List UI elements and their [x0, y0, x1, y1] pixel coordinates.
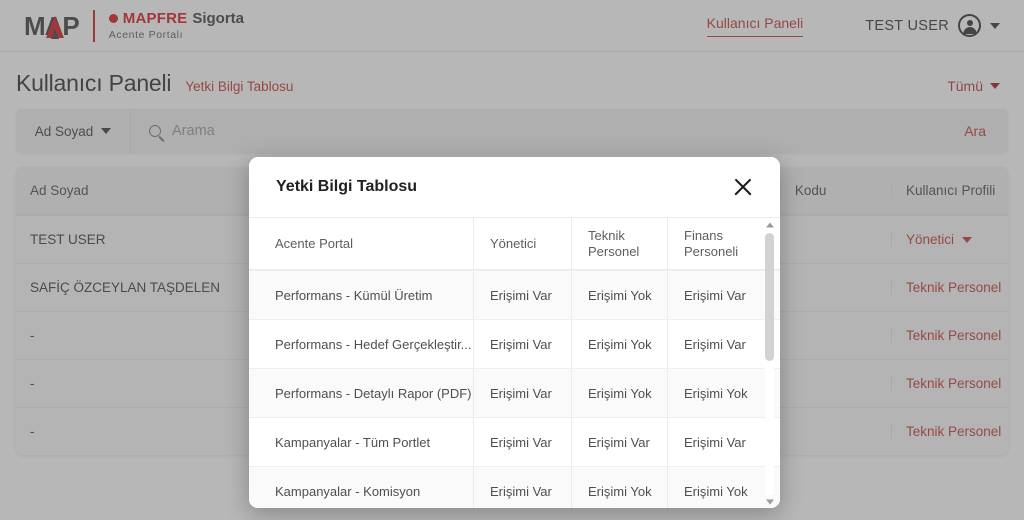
scroll-up-arrow-icon[interactable]: [763, 218, 776, 231]
permission-teknik-cell: Erişimi Yok: [571, 369, 667, 417]
permission-finans-cell: Erişimi Yok: [667, 467, 765, 508]
permission-feature-cell: Performans - Hedef Gerçekleştir...: [275, 336, 472, 352]
permissions-table-header-row: Acente Portal Yönetici Teknik Personel F…: [249, 218, 780, 270]
permission-yonetici-cell: Erişimi Var: [473, 369, 571, 417]
permission-yonetici-cell: Erişimi Var: [473, 418, 571, 466]
permission-feature-cell: Kampanyalar - Tüm Portlet: [275, 434, 431, 450]
permissions-table: Acente Portal Yönetici Teknik Personel F…: [249, 218, 780, 508]
permissions-column-header-finans: Finans Personeli: [667, 218, 765, 269]
close-icon[interactable]: [730, 174, 756, 200]
table-row: Kampanyalar - Tüm Portlet Erişimi Var Er…: [249, 417, 780, 466]
permission-yonetici-cell: Erişimi Var: [473, 320, 571, 368]
permission-feature-cell: Performans - Kümül Üretim: [275, 287, 433, 303]
permissions-column-header-portal: Acente Portal: [275, 235, 354, 251]
scrollbar-track[interactable]: [765, 231, 774, 495]
permission-finans-cell: Erişimi Var: [667, 271, 765, 319]
permission-finans-cell: Erişimi Var: [667, 320, 765, 368]
modal-scrollbar[interactable]: [763, 218, 776, 508]
table-row: Performans - Kümül Üretim Erişimi Var Er…: [249, 270, 780, 319]
modal-header: Yetki Bilgi Tablosu: [249, 157, 780, 218]
permissions-column-header-teknik: Teknik Personel: [571, 218, 667, 269]
permission-feature-cell: Performans - Detaylı Rapor (PDF): [275, 385, 472, 401]
permission-teknik-cell: Erişimi Yok: [571, 467, 667, 508]
permission-teknik-cell: Erişimi Yok: [571, 320, 667, 368]
permission-finans-cell: Erişimi Yok: [667, 369, 765, 417]
permission-finans-cell: Erişimi Var: [667, 418, 765, 466]
permission-feature-cell: Kampanyalar - Komisyon: [275, 483, 421, 499]
permission-yonetici-cell: Erişimi Var: [473, 467, 571, 508]
yetki-bilgi-tablosu-modal: Yetki Bilgi Tablosu Acente Portal Yöneti…: [249, 157, 780, 508]
modal-body: Acente Portal Yönetici Teknik Personel F…: [249, 218, 780, 508]
permission-teknik-cell: Erişimi Yok: [571, 271, 667, 319]
permission-yonetici-cell: Erişimi Var: [473, 271, 571, 319]
scroll-down-arrow-icon[interactable]: [763, 495, 776, 508]
permission-teknik-cell: Erişimi Var: [571, 418, 667, 466]
table-row: Kampanyalar - Komisyon Erişimi Var Erişi…: [249, 466, 780, 508]
table-row: Performans - Detaylı Rapor (PDF) Erişimi…: [249, 368, 780, 417]
permissions-column-header-yonetici: Yönetici: [473, 218, 571, 269]
table-row: Performans - Hedef Gerçekleştir... Erişi…: [249, 319, 780, 368]
scrollbar-thumb[interactable]: [765, 233, 774, 361]
modal-title: Yetki Bilgi Tablosu: [276, 178, 418, 195]
